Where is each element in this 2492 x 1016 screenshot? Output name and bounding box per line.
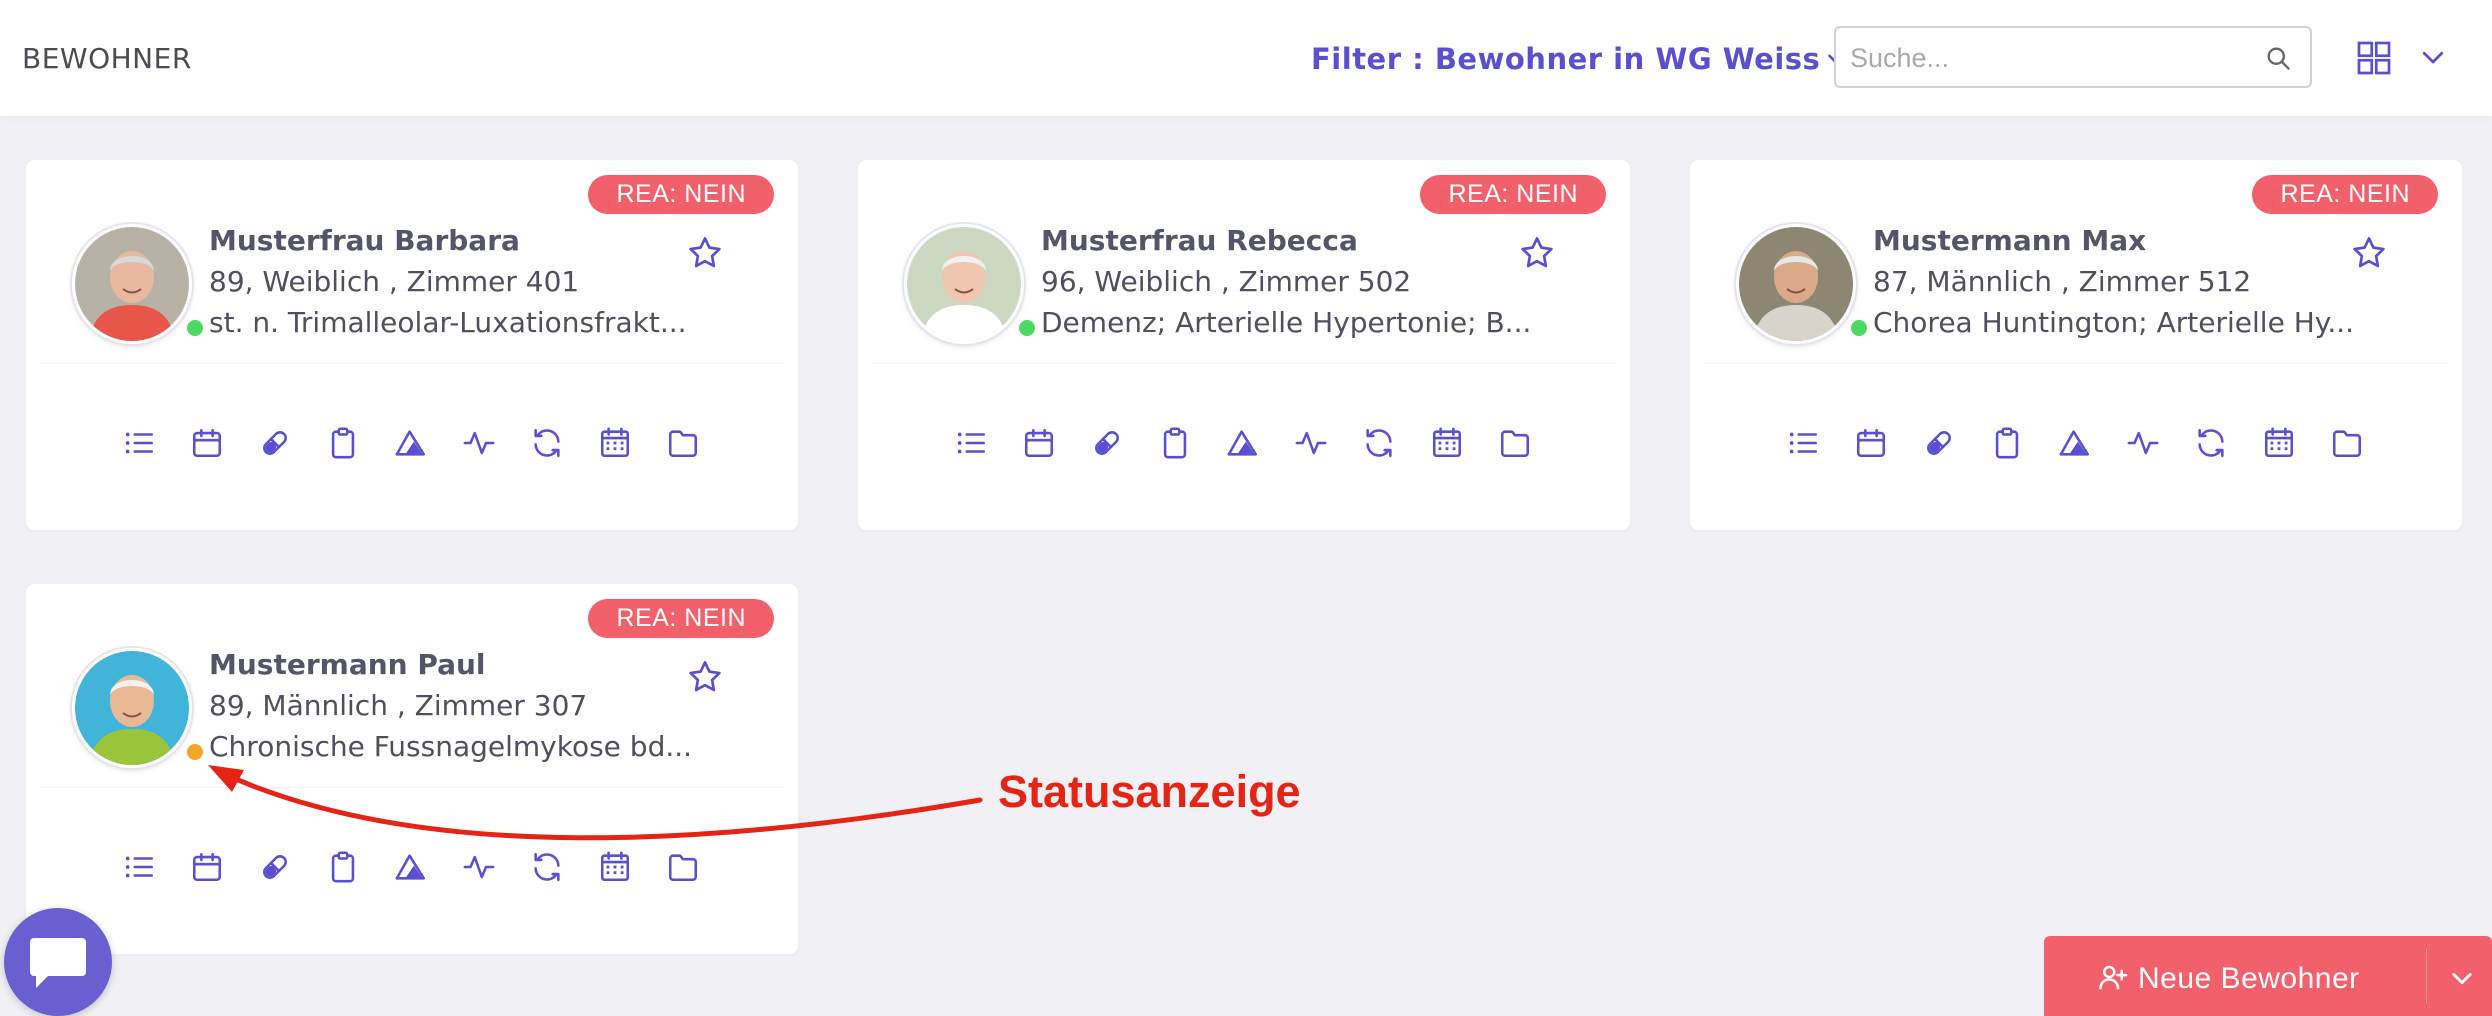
chat-icon [30, 938, 86, 988]
callout-arrow [208, 765, 983, 841]
button-divider [2426, 948, 2427, 1004]
chat-button[interactable] [4, 908, 112, 1016]
callout-label: Statusanzeige [998, 766, 1301, 817]
add-user-icon [2099, 965, 2128, 990]
new-resident-label: Neue Bewohner [2138, 962, 2360, 995]
chevron-down-icon[interactable] [2448, 964, 2476, 992]
new-resident-button[interactable]: Neue Bewohner [2044, 936, 2492, 1016]
